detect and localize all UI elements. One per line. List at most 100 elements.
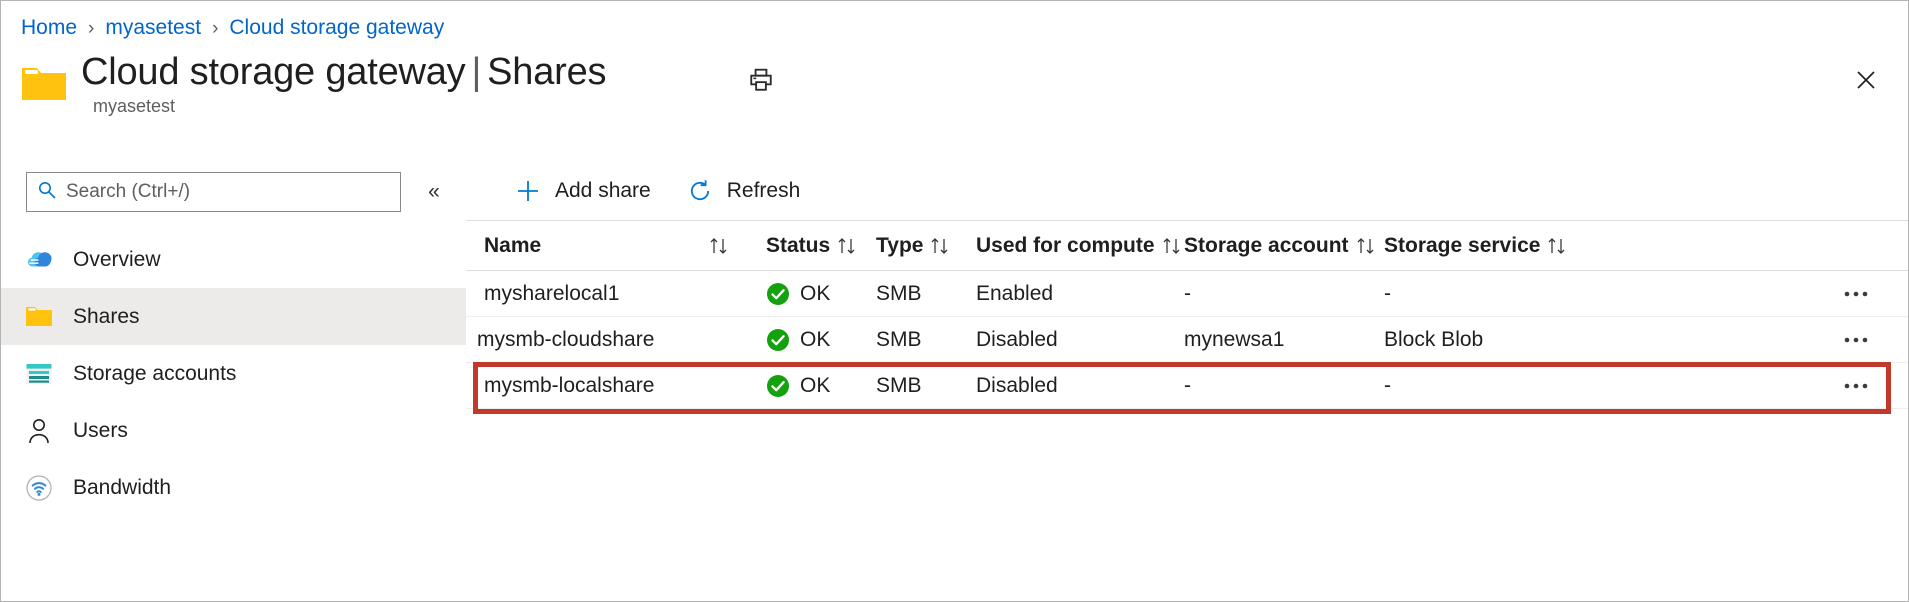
refresh-button[interactable]: Refresh [681,171,805,211]
success-check-icon [766,328,790,352]
cell-storage-service: Block Blob [1384,328,1614,352]
main-content: Add share Refresh Name [466,161,1908,601]
sidebar-item-bandwidth[interactable]: Bandwidth [1,459,466,516]
search-input[interactable] [66,181,390,203]
cell-name: mysmb-localshare [466,374,766,398]
breadcrumb-item-cloud-storage-gateway[interactable]: Cloud storage gateway [229,16,444,40]
sidebar-item-storage-accounts[interactable]: Storage accounts [1,345,466,402]
success-check-icon [766,282,790,306]
column-header-label: Used for compute [976,234,1155,258]
cell-name: mysharelocal1 [466,282,766,306]
table-row[interactable]: mysmb-localshare OK SMB [466,363,1908,409]
table-body: mysharelocal1 OK SMB [466,271,1908,409]
column-header-label: Storage account [1184,234,1349,258]
search-box[interactable] [26,172,401,212]
column-header-storage-account[interactable]: Storage account [1184,234,1384,258]
sort-updown-icon [1546,236,1568,256]
column-header-label: Status [766,234,830,258]
sort-updown-icon [836,236,858,256]
column-header-type[interactable]: Type [876,234,976,258]
breadcrumb-item-home[interactable]: Home [21,16,77,40]
success-check-icon [766,374,790,398]
cell-type: SMB [876,328,976,352]
cell-status: OK [766,328,876,352]
close-icon [1854,68,1878,95]
sidebar-search-row: « [26,172,449,212]
page-title-section: Shares [487,51,606,93]
printer-icon [748,67,774,96]
column-header-name[interactable]: Name [466,234,766,258]
bandwidth-icon [24,473,54,503]
cell-storage-account: mynewsa1 [1184,328,1384,352]
cell-storage-account: - [1184,282,1384,306]
row-menu-button[interactable] [1834,277,1878,311]
cell-storage-account: - [1184,374,1384,398]
column-header-storage-service[interactable]: Storage service [1384,234,1614,258]
cell-status: OK [766,282,876,306]
sidebar-item-users[interactable]: Users [1,402,466,459]
status-label: OK [800,374,830,398]
shares-table: Name Status [466,221,1908,409]
sidebar-item-label: Overview [73,248,161,272]
page-header: Cloud storage gateway|Shares myasetest [1,49,1908,127]
refresh-icon [685,176,715,206]
column-header-status[interactable]: Status [766,234,876,258]
page-title: Cloud storage gateway|Shares [81,51,606,94]
cell-storage-service: - [1384,282,1614,306]
print-button[interactable] [741,61,781,101]
row-menu-button[interactable] [1834,323,1878,357]
breadcrumb-item-myasetest[interactable]: myasetest [105,16,201,40]
cell-used-for-compute: Disabled [976,328,1184,352]
add-share-button[interactable]: Add share [509,171,655,211]
refresh-label: Refresh [727,179,801,203]
azure-portal-blade: Home › myasetest › Cloud storage gateway… [0,0,1909,602]
cell-status: OK [766,374,876,398]
sort-updown-icon [929,236,951,256]
sidebar-item-shares[interactable]: Shares [1,288,466,345]
column-header-label: Storage service [1384,234,1540,258]
cell-actions [1614,277,1908,311]
cloud-icon [24,245,54,275]
page-title-separator: | [465,51,487,93]
cell-used-for-compute: Enabled [976,282,1184,306]
command-bar: Add share Refresh [466,161,1908,221]
collapse-sidebar-button[interactable]: « [419,177,449,207]
sidebar-item-label: Shares [73,305,140,329]
cell-type: SMB [876,374,976,398]
table-header-row: Name Status [466,221,1908,271]
sidebar-item-label: Storage accounts [73,362,236,386]
storage-account-icon [24,359,54,389]
user-icon [24,416,54,446]
sidebar-nav: Overview Shares [1,231,466,516]
cell-storage-service: - [1384,374,1614,398]
table-row[interactable]: mysmb-cloudshare OK SMB [466,317,1908,363]
cell-type: SMB [876,282,976,306]
add-share-label: Add share [555,179,651,203]
sidebar: « Overview [1,161,466,601]
folder-icon [24,302,54,332]
status-label: OK [800,328,830,352]
table-row[interactable]: mysharelocal1 OK SMB [466,271,1908,317]
page-title-resource: Cloud storage gateway [81,51,465,93]
sidebar-item-overview[interactable]: Overview [1,231,466,288]
breadcrumb: Home › myasetest › Cloud storage gateway [21,11,444,45]
sidebar-item-label: Users [73,419,128,443]
breadcrumb-separator-icon: › [212,19,218,38]
close-button[interactable] [1846,61,1886,101]
breadcrumb-separator-icon: › [88,19,94,38]
column-header-label: Name [484,234,541,258]
column-header-label: Type [876,234,923,258]
cell-actions [1614,369,1908,403]
cell-name: mysmb-cloudshare [466,328,766,352]
search-icon [37,180,57,205]
cell-actions [1614,323,1908,357]
cell-used-for-compute: Disabled [976,374,1184,398]
folder-icon [20,63,68,105]
column-header-used-for-compute[interactable]: Used for compute [976,234,1184,258]
row-menu-button[interactable] [1834,369,1878,403]
page-subtitle: myasetest [93,96,175,117]
sort-updown-icon [1355,236,1377,256]
sidebar-item-label: Bandwidth [73,476,171,500]
plus-icon [513,176,543,206]
status-label: OK [800,282,830,306]
